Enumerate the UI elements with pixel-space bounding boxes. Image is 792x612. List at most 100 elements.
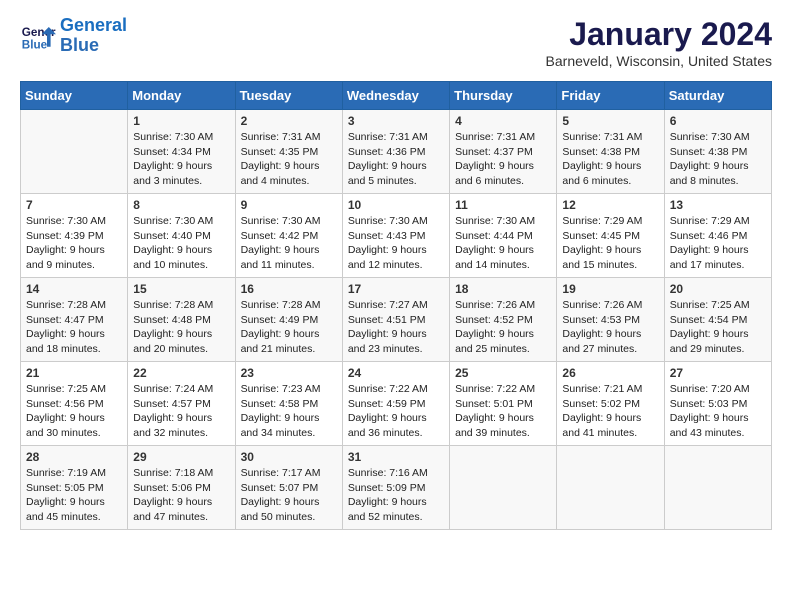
calendar-table: SundayMondayTuesdayWednesdayThursdayFrid… bbox=[20, 81, 772, 530]
calendar-cell: 19 Sunrise: 7:26 AMSunset: 4:53 PMDayligh… bbox=[557, 278, 664, 362]
day-number: 14 bbox=[26, 282, 122, 296]
day-info: Sunrise: 7:30 AMSunset: 4:44 PMDaylight:… bbox=[455, 214, 551, 273]
month-title: January 2024 bbox=[546, 16, 772, 53]
calendar-week-5: 28 Sunrise: 7:19 AMSunset: 5:05 PMDayligh… bbox=[21, 446, 772, 530]
day-info: Sunrise: 7:31 AMSunset: 4:37 PMDaylight:… bbox=[455, 130, 551, 189]
day-number: 9 bbox=[241, 198, 337, 212]
day-info: Sunrise: 7:17 AMSunset: 5:07 PMDaylight:… bbox=[241, 466, 337, 525]
day-info: Sunrise: 7:30 AMSunset: 4:38 PMDaylight:… bbox=[670, 130, 766, 189]
day-number: 19 bbox=[562, 282, 658, 296]
svg-text:Blue: Blue bbox=[22, 38, 48, 51]
day-number: 27 bbox=[670, 366, 766, 380]
day-header-wednesday: Wednesday bbox=[342, 82, 449, 110]
day-info: Sunrise: 7:21 AMSunset: 5:02 PMDaylight:… bbox=[562, 382, 658, 441]
day-info: Sunrise: 7:31 AMSunset: 4:36 PMDaylight:… bbox=[348, 130, 444, 189]
logo-icon: General Blue bbox=[20, 18, 56, 54]
day-info: Sunrise: 7:28 AMSunset: 4:49 PMDaylight:… bbox=[241, 298, 337, 357]
calendar-cell: 15Sunrise: 7:28 AMSunset: 4:48 PMDayligh… bbox=[128, 278, 235, 362]
calendar-cell: 4 Sunrise: 7:31 AMSunset: 4:37 PMDaylight… bbox=[450, 110, 557, 194]
calendar-cell bbox=[450, 446, 557, 530]
location: Barneveld, Wisconsin, United States bbox=[546, 53, 772, 69]
calendar-cell bbox=[557, 446, 664, 530]
calendar-body: 1Sunrise: 7:30 AMSunset: 4:34 PMDaylight… bbox=[21, 110, 772, 530]
calendar-cell: 17 Sunrise: 7:27 AMSunset: 4:51 PMDayligh… bbox=[342, 278, 449, 362]
day-info: Sunrise: 7:26 AMSunset: 4:53 PMDaylight:… bbox=[562, 298, 658, 357]
day-info: Sunrise: 7:23 AMSunset: 4:58 PMDaylight:… bbox=[241, 382, 337, 441]
day-header-tuesday: Tuesday bbox=[235, 82, 342, 110]
day-number: 31 bbox=[348, 450, 444, 464]
calendar-cell: 5 Sunrise: 7:31 AMSunset: 4:38 PMDaylight… bbox=[557, 110, 664, 194]
day-number: 23 bbox=[241, 366, 337, 380]
day-info: Sunrise: 7:27 AMSunset: 4:51 PMDaylight:… bbox=[348, 298, 444, 357]
day-number: 7 bbox=[26, 198, 122, 212]
calendar-cell: 23 Sunrise: 7:23 AMSunset: 4:58 PMDayligh… bbox=[235, 362, 342, 446]
title-block: January 2024 Barneveld, Wisconsin, Unite… bbox=[546, 16, 772, 69]
day-number: 4 bbox=[455, 114, 551, 128]
calendar-cell: 8 Sunrise: 7:30 AMSunset: 4:40 PMDaylight… bbox=[128, 194, 235, 278]
day-number: 10 bbox=[348, 198, 444, 212]
day-info: Sunrise: 7:24 AMSunset: 4:57 PMDaylight:… bbox=[133, 382, 229, 441]
logo-text: GeneralBlue bbox=[60, 16, 127, 56]
day-header-thursday: Thursday bbox=[450, 82, 557, 110]
day-info: Sunrise: 7:19 AMSunset: 5:05 PMDaylight:… bbox=[26, 466, 122, 525]
day-info: Sunrise: 7:29 AMSunset: 4:45 PMDaylight:… bbox=[562, 214, 658, 273]
calendar-cell: 6Sunrise: 7:30 AMSunset: 4:38 PMDaylight… bbox=[664, 110, 771, 194]
calendar-cell: 20 Sunrise: 7:25 AMSunset: 4:54 PMDayligh… bbox=[664, 278, 771, 362]
calendar-cell: 28 Sunrise: 7:19 AMSunset: 5:05 PMDayligh… bbox=[21, 446, 128, 530]
calendar-cell: 18 Sunrise: 7:26 AMSunset: 4:52 PMDayligh… bbox=[450, 278, 557, 362]
day-info: Sunrise: 7:29 AMSunset: 4:46 PMDaylight:… bbox=[670, 214, 766, 273]
day-number: 20 bbox=[670, 282, 766, 296]
day-info: Sunrise: 7:26 AMSunset: 4:52 PMDaylight:… bbox=[455, 298, 551, 357]
calendar-cell: 30 Sunrise: 7:17 AMSunset: 5:07 PMDayligh… bbox=[235, 446, 342, 530]
day-number: 16 bbox=[241, 282, 337, 296]
calendar-cell bbox=[21, 110, 128, 194]
calendar-week-1: 1Sunrise: 7:30 AMSunset: 4:34 PMDaylight… bbox=[21, 110, 772, 194]
day-info: Sunrise: 7:25 AMSunset: 4:56 PMDaylight:… bbox=[26, 382, 122, 441]
calendar-cell: 11 Sunrise: 7:30 AMSunset: 4:44 PMDayligh… bbox=[450, 194, 557, 278]
calendar-cell: 24Sunrise: 7:22 AMSunset: 4:59 PMDayligh… bbox=[342, 362, 449, 446]
day-number: 22 bbox=[133, 366, 229, 380]
day-number: 5 bbox=[562, 114, 658, 128]
day-number: 17 bbox=[348, 282, 444, 296]
day-info: Sunrise: 7:28 AMSunset: 4:48 PMDaylight:… bbox=[133, 298, 229, 357]
calendar-cell: 9 Sunrise: 7:30 AMSunset: 4:42 PMDaylight… bbox=[235, 194, 342, 278]
day-number: 28 bbox=[26, 450, 122, 464]
day-info: Sunrise: 7:30 AMSunset: 4:39 PMDaylight:… bbox=[26, 214, 122, 273]
calendar-cell: 25Sunrise: 7:22 AMSunset: 5:01 PMDayligh… bbox=[450, 362, 557, 446]
calendar-cell: 31 Sunrise: 7:16 AMSunset: 5:09 PMDayligh… bbox=[342, 446, 449, 530]
day-number: 21 bbox=[26, 366, 122, 380]
day-number: 18 bbox=[455, 282, 551, 296]
calendar-cell: 14 Sunrise: 7:28 AMSunset: 4:47 PMDayligh… bbox=[21, 278, 128, 362]
calendar-cell: 12 Sunrise: 7:29 AMSunset: 4:45 PMDayligh… bbox=[557, 194, 664, 278]
calendar-week-4: 21 Sunrise: 7:25 AMSunset: 4:56 PMDayligh… bbox=[21, 362, 772, 446]
day-number: 24 bbox=[348, 366, 444, 380]
day-header-friday: Friday bbox=[557, 82, 664, 110]
day-number: 30 bbox=[241, 450, 337, 464]
day-number: 26 bbox=[562, 366, 658, 380]
logo: General Blue GeneralBlue bbox=[20, 16, 127, 56]
day-number: 12 bbox=[562, 198, 658, 212]
day-number: 2 bbox=[241, 114, 337, 128]
day-header-monday: Monday bbox=[128, 82, 235, 110]
day-header-sunday: Sunday bbox=[21, 82, 128, 110]
day-info: Sunrise: 7:25 AMSunset: 4:54 PMDaylight:… bbox=[670, 298, 766, 357]
day-info: Sunrise: 7:20 AMSunset: 5:03 PMDaylight:… bbox=[670, 382, 766, 441]
day-info: Sunrise: 7:16 AMSunset: 5:09 PMDaylight:… bbox=[348, 466, 444, 525]
page-header: General Blue GeneralBlue January 2024 Ba… bbox=[20, 16, 772, 69]
calendar-cell: 10Sunrise: 7:30 AMSunset: 4:43 PMDayligh… bbox=[342, 194, 449, 278]
day-info: Sunrise: 7:28 AMSunset: 4:47 PMDaylight:… bbox=[26, 298, 122, 357]
day-number: 1 bbox=[133, 114, 229, 128]
calendar-week-3: 14 Sunrise: 7:28 AMSunset: 4:47 PMDayligh… bbox=[21, 278, 772, 362]
day-info: Sunrise: 7:31 AMSunset: 4:38 PMDaylight:… bbox=[562, 130, 658, 189]
day-number: 25 bbox=[455, 366, 551, 380]
day-number: 8 bbox=[133, 198, 229, 212]
calendar-cell: 16 Sunrise: 7:28 AMSunset: 4:49 PMDayligh… bbox=[235, 278, 342, 362]
day-info: Sunrise: 7:18 AMSunset: 5:06 PMDaylight:… bbox=[133, 466, 229, 525]
calendar-cell bbox=[664, 446, 771, 530]
day-number: 3 bbox=[348, 114, 444, 128]
calendar-cell: 21 Sunrise: 7:25 AMSunset: 4:56 PMDayligh… bbox=[21, 362, 128, 446]
day-number: 11 bbox=[455, 198, 551, 212]
day-number: 13 bbox=[670, 198, 766, 212]
day-info: Sunrise: 7:30 AMSunset: 4:42 PMDaylight:… bbox=[241, 214, 337, 273]
day-info: Sunrise: 7:30 AMSunset: 4:40 PMDaylight:… bbox=[133, 214, 229, 273]
